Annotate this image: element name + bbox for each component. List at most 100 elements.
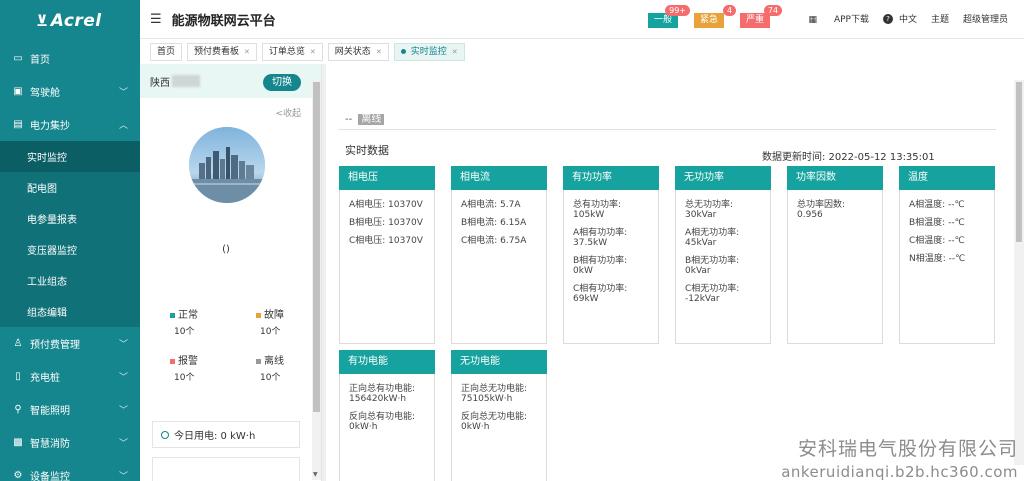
sidebar-item-cockpit[interactable]: ▣ 驾驶舱 ﹀ [0,75,140,108]
switch-site-button[interactable]: 切换 [263,74,301,91]
sidebar-item-prepaid[interactable]: ♙ 预付费管理 ﹀ [0,327,140,360]
card-value: 反向总无功电能: 0kW·h [461,412,528,432]
user-icon: ♙ [13,338,23,349]
chevron-down-icon: ﹀ [118,373,128,383]
help-icon[interactable]: ? [882,13,893,24]
card-value: 正向总有功电能: 156420kW·h [349,384,416,404]
card-active-power: 有功功率 总有功功率: 105kW A相有功功率: 37.5kW B相有功功率:… [563,166,659,344]
user-menu[interactable]: 超级管理员 [963,12,1008,25]
card-value: B相电压: 10370V [349,218,423,228]
status-count: 10个 [174,327,195,337]
card-active-energy: 有功电能 正向总有功电能: 156420kW·h 反向总有功电能: 0kW·h [339,350,435,481]
tab-gateway-status[interactable]: 网关状态 ✕ [327,42,389,61]
sidebar-subitem-parameter-report[interactable]: 电参量报表 [0,203,140,234]
tab-order-overview[interactable]: 订单总览 ✕ [261,42,323,61]
alert-count-badge: 4 [722,5,737,16]
card-value: A相电压: 10370V [349,200,423,210]
tab-realtime-monitor[interactable]: 实时监控 ✕ [393,42,465,61]
alert-label: 严重 [746,15,765,25]
main-panel-scrollbar[interactable] [1014,80,1024,465]
alert-count-badge: 74 [763,5,783,16]
card-temperature: 温度 A相温度: --℃ B相温度: --℃ C相温度: --℃ N相温度: -… [899,166,995,344]
sidebar-item-lighting[interactable]: ⚲ 智能照明 ﹀ [0,393,140,426]
site-name-prefix: 陕西 [150,77,170,89]
tab-label: 网关状态 [334,46,371,57]
status-count: 10个 [260,327,281,337]
chevron-down-icon: ﹀ [118,88,128,98]
divider [338,129,996,130]
collapse-button[interactable]: <收起 [275,106,301,119]
sidebar-item-label: 智能照明 [30,406,70,417]
card-title: 有功功率 [563,166,659,190]
alert-count-badge: 99+ [665,5,691,16]
dashboard-icon: ▣ [13,86,23,97]
status-offline: 离线 10个 [256,352,284,383]
close-icon[interactable]: ✕ [376,44,382,60]
left-panel-scrollbar[interactable]: ▼ [312,80,321,480]
qrcode-icon: ▦ [808,15,818,25]
card-value: A相温度: --℃ [909,200,965,210]
alert-urgent-button[interactable]: 紧急 4 [694,5,737,28]
update-timestamp: 数据更新时间: 2022-05-12 13:35:01 [762,152,935,163]
sidebar-subitem-config-edit[interactable]: 组态编辑 [0,296,140,327]
sidebar-subitem-realtime-monitor[interactable]: 实时监控 [0,141,140,172]
alert-general-button[interactable]: 一般 99+ [648,5,691,28]
status-color-swatch [170,358,175,364]
card-value: A相无功功率: 45kVar [685,228,740,248]
page-tabs: 首页 预付费看板 ✕ 订单总览 ✕ 网关状态 ✕ 实时监控 ✕ [140,38,1024,64]
tab-prepaid-board[interactable]: 预付费看板 ✕ [187,42,257,61]
watermark: 安科瑞电气股份有限公司 ankeruidianqi.b2b.hc360.com [781,434,1018,481]
status-label: 报警 [178,356,198,367]
sidebar-item-device[interactable]: ⚙ 设备监控 ﹀ [0,459,140,481]
sidebar-subitem-distribution-diagram[interactable]: 配电图 [0,172,140,203]
card-value: B相温度: --℃ [909,218,965,228]
sidebar-subitem-industrial-config[interactable]: 工业组态 [0,265,140,296]
watermark-url: ankeruidianqi.b2b.hc360.com [781,463,1018,481]
device-icon: ⚙ [13,470,23,481]
tab-home[interactable]: 首页 [150,42,183,61]
sidebar-item-home[interactable]: ▭ 首页 [0,42,140,75]
scrollbar-thumb[interactable] [1016,82,1022,242]
clock-icon [161,430,169,439]
card-value: A相有功功率: 37.5kW [573,228,628,248]
sidebar-subitem-transformer-monitor[interactable]: 变压器监控 [0,234,140,265]
sidebar-item-fire[interactable]: ▩ 智慧消防 ﹀ [0,426,140,459]
card-power-factor: 功率因数 总功率因数: 0.956 [787,166,883,344]
scrollbar-thumb[interactable] [313,82,320,412]
card-title: 无功功率 [675,166,771,190]
sidebar-item-charger[interactable]: ▯ 充电桩 ﹀ [0,360,140,393]
status-label: 正常 [178,310,198,321]
acrel-logo[interactable]: ⊻ Acrel [0,0,140,42]
tab-label: 预付费看板 [194,46,240,57]
menu-toggle-icon[interactable]: ☰ [150,12,162,27]
card-title: 温度 [899,166,995,190]
page-title: 能源物联网云平台 [171,13,276,29]
language-switch[interactable]: 中文 [899,12,917,25]
section-title: 实时数据 [345,144,389,157]
offline-badge: 离线 [358,114,385,125]
today-power-box: 今日用电: 0 kW·h [152,421,300,448]
sidebar-item-power-collection[interactable]: ▤ 电力集抄 ︿ [0,108,140,141]
card-reactive-power: 无功功率 总无功功率: 30kVar A相无功功率: 45kVar B相无功功率… [675,166,771,344]
next-info-box [152,457,300,481]
status-fault: 故障 10个 [256,306,284,337]
header-actions: ▦ APP下载 ? 中文 主题 超级管理员 [781,12,1008,25]
card-phase-current: 相电流 A相电流: 5.7A B相电流: 6.15A C相电流: 6.75A [451,166,547,344]
logo-mark-icon: ⊻ [36,12,49,30]
sidebar-item-label: 电力集抄 [30,121,70,132]
close-icon[interactable]: ✕ [244,44,250,60]
card-value: A相电流: 5.7A [461,200,521,210]
top-header: ☰ 能源物联网云平台 一般 99+ 紧急 4 严重 74 ▦ APP下载 ? 中… [140,0,1024,38]
card-title: 功率因数 [787,166,883,190]
status-alarm: 报警 10个 [170,352,198,383]
close-icon[interactable]: ✕ [452,44,458,60]
close-icon[interactable]: ✕ [310,44,316,60]
app-download-link[interactable]: ▦ APP下载 [795,12,869,25]
card-value: C相电流: 6.75A [461,236,527,246]
alert-severe-button[interactable]: 严重 74 [740,5,783,28]
active-dot-icon [400,49,406,54]
site-photo [189,127,265,203]
scroll-down-arrow-icon[interactable]: ▼ [313,471,318,478]
theme-button[interactable]: 主题 [931,12,949,25]
card-value: B相有功功率: 0kW [573,256,628,276]
